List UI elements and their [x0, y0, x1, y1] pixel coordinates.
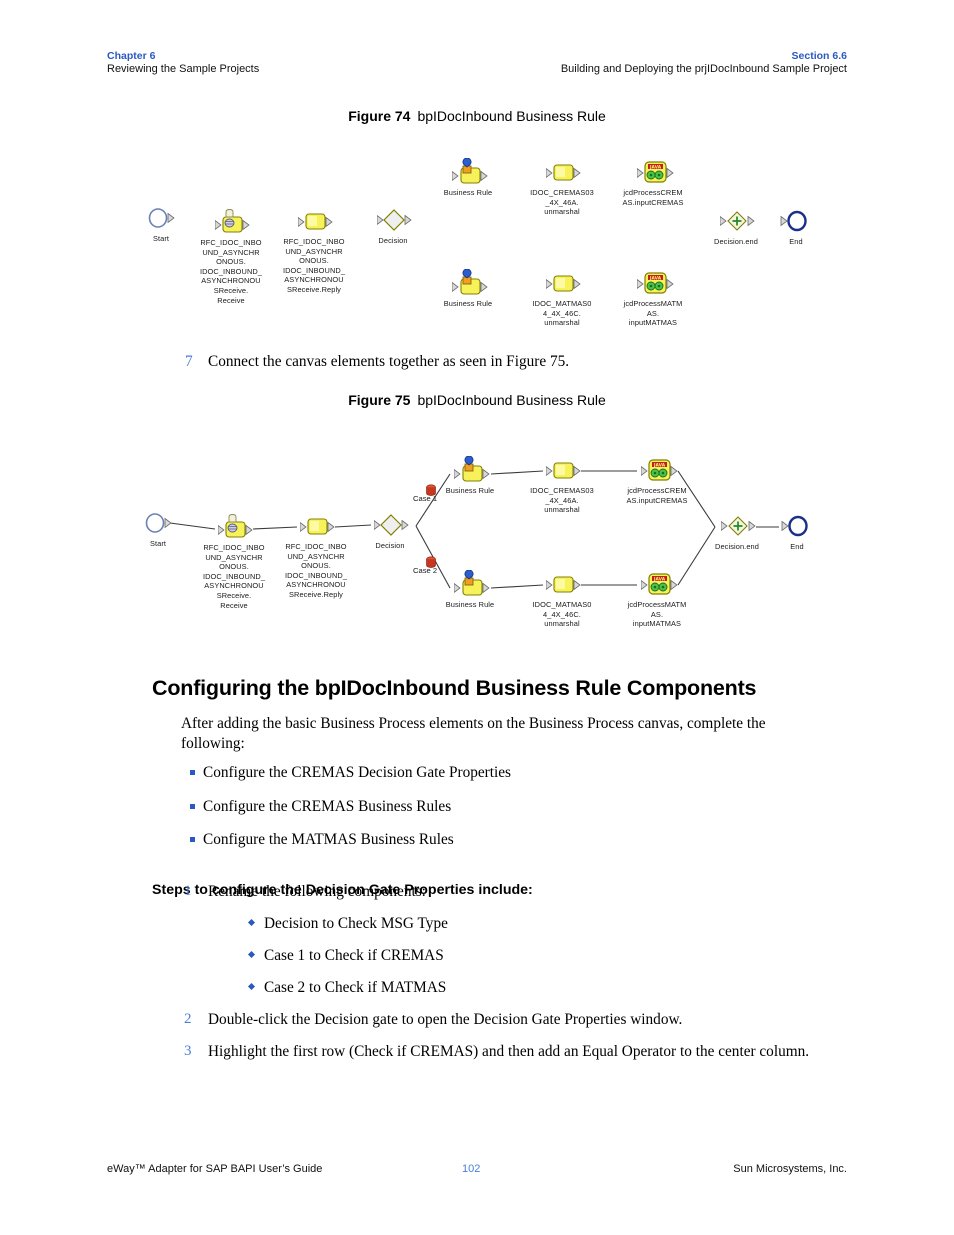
numbered-step-list: 1 Rename the following components: Decisio… [181, 882, 881, 1075]
case-label-1: Case 1 [413, 494, 438, 503]
node-label: IDOC_MATMAS0 4_4X_46C. unmarshal [532, 600, 592, 629]
node-label: jcdProcessMATM AS. inputMATMAS [627, 600, 687, 629]
sub-item: Case 1 to Check if CREMAS [246, 946, 881, 965]
case-label-2: Case 2 [413, 566, 438, 575]
sub-item-text: Decision to Check MSG Type [264, 914, 448, 932]
start-circle-icon [145, 204, 177, 232]
java-collaboration-icon: JAVA [636, 269, 674, 297]
end-circle-icon [780, 207, 812, 235]
end-circle-icon [781, 512, 813, 540]
step-number: 1 [184, 883, 192, 899]
decision-end-icon [720, 512, 756, 540]
figure-75-number: Figure 75 [348, 392, 411, 408]
java-collaboration-icon: JAVA [640, 456, 678, 484]
step-number: 2 [184, 1010, 192, 1027]
svg-text:JAVA: JAVA [653, 576, 666, 582]
bullet-text: Configure the CREMAS Business Rules [203, 797, 452, 815]
node-label: jcdProcessMATM AS. inputMATMAS [623, 299, 683, 328]
business-rule-icon [453, 455, 490, 484]
activity-icon [297, 207, 333, 235]
bullet-text: Configure the CREMAS Decision Gate Prope… [203, 764, 512, 781]
start-circle-icon [142, 509, 174, 537]
intro-paragraph: After adding the basic Business Process … [181, 715, 766, 752]
node-label: Decision [378, 236, 408, 245]
node-label: Decision [375, 541, 405, 550]
footer-guide-title: eWay™ Adapter for SAP BAPI User’s Guide [107, 1163, 323, 1175]
node-label: Business Rule [443, 299, 493, 308]
activity-icon [299, 512, 335, 540]
svg-text:JAVA: JAVA [649, 164, 662, 170]
square-bullet-icon [190, 803, 195, 809]
node-label: RFC_IDOC_INBO UND_ASYNCHR ONOUS. IDOC_IN… [282, 237, 346, 294]
bullet-item: Configure the MATMAS Business Rules [181, 830, 881, 849]
node-label: End [789, 237, 803, 246]
java-collaboration-icon: JAVA [640, 570, 678, 598]
activity-icon [545, 456, 581, 484]
activity-icon [545, 269, 581, 297]
node-label: IDOC_CREMAS03 _4X_46A. unmarshal [530, 188, 594, 217]
step-text: Rename the following components: [208, 883, 426, 900]
diamond-bullet-icon [247, 982, 256, 990]
node-label: RFC_IDOC_INBO UND_ASYNCHR ONOUS. IDOC_IN… [284, 542, 348, 599]
receive-activity-icon [217, 513, 253, 541]
figure-75-diagram: Start RFC_IDOC_INBO UND_ASYNCHR ONOUS. ID… [0, 430, 954, 650]
step-7: 7 Connect the canvas elements together a… [181, 352, 881, 372]
square-bullet-icon [190, 770, 195, 775]
step-text: Double-click the Decision gate to open t… [208, 1010, 683, 1028]
document-page: Chapter 6 Reviewing the Sample Projects … [0, 0, 954, 1235]
bullet-list: Configure the CREMAS Decision Gate Prope… [181, 763, 881, 864]
business-rule-icon [453, 569, 490, 598]
business-rule-icon [451, 268, 488, 297]
figure-74-diagram: Start RFC_IDOC_INBO UND_ASYNCHR ONOUS. ID… [0, 0, 954, 340]
sub-item-text: Case 2 to Check if MATMAS [264, 978, 447, 996]
page-title: Configuring the bpIDocInbound Business R… [152, 676, 757, 700]
step-text: Highlight the first row (Check if CREMAS… [208, 1043, 810, 1060]
diamond-bullet-icon [247, 918, 256, 926]
figure-75-title: bpIDocInbound Business Rule [417, 392, 606, 408]
step-7-number: 7 [185, 353, 193, 370]
node-label: IDOC_CREMAS03 _4X_46A. unmarshal [530, 486, 594, 515]
step-number: 3 [184, 1043, 192, 1059]
business-rule-icon [451, 157, 488, 186]
diamond-bullet-icon [247, 950, 256, 958]
activity-icon [545, 158, 581, 186]
step-item: 3 Highlight the first row (Check if CREMA… [181, 1042, 881, 1062]
bullet-text: Configure the MATMAS Business Rules [203, 831, 454, 848]
activity-icon [545, 570, 581, 598]
decision-diamond-icon [373, 511, 409, 539]
node-label: Business Rule [445, 600, 495, 609]
java-collaboration-icon: JAVA [636, 158, 674, 186]
page-footer: eWay™ Adapter for SAP BAPI User’s Guide … [107, 1163, 847, 1175]
node-label: jcdProcessCREM AS.inputCREMAS [626, 486, 688, 505]
page-number: 102 [462, 1163, 481, 1175]
step-sublist: Decision to Check MSG Type Case 1 to Chec… [246, 914, 881, 997]
step-item: 1 Rename the following components: Decisio… [181, 882, 881, 997]
svg-text:JAVA: JAVA [653, 462, 666, 468]
sub-item-text: Case 1 to Check if CREMAS [264, 946, 444, 964]
figure-75-caption: Figure 75 bpIDocInbound Business Rule [0, 392, 954, 408]
footer-company: Sun Microsystems, Inc. [733, 1163, 847, 1175]
sub-item: Decision to Check MSG Type [246, 914, 881, 933]
node-label: Business Rule [443, 188, 493, 197]
decision-end-icon [719, 207, 755, 235]
decision-diamond-icon [376, 206, 412, 234]
node-label: jcdProcessCREM AS.inputCREMAS [622, 188, 684, 207]
receive-activity-icon [214, 208, 250, 236]
sub-item: Case 2 to Check if MATMAS [246, 978, 881, 997]
node-label: IDOC_MATMAS0 4_4X_46C. unmarshal [532, 299, 592, 328]
step-7-text: Connect the canvas elements together as … [208, 353, 570, 370]
bullet-item: Configure the CREMAS Decision Gate Prope… [181, 763, 881, 782]
bullet-item: Configure the CREMAS Business Rules [181, 797, 881, 816]
step-item: 2 Double-click the Decision gate to open … [181, 1010, 881, 1030]
svg-text:JAVA: JAVA [649, 275, 662, 281]
node-label: End [790, 542, 804, 551]
square-bullet-icon [190, 837, 195, 842]
